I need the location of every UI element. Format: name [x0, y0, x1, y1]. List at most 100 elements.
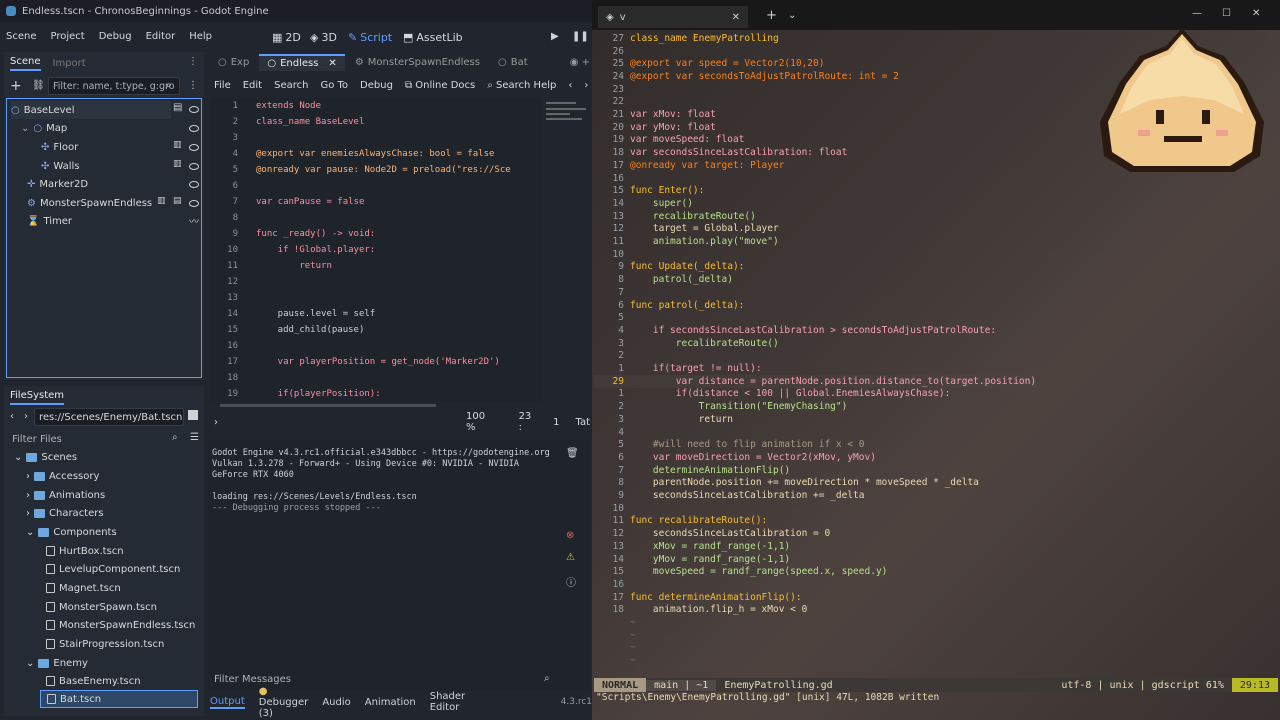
tab-scene[interactable]: Scene [10, 56, 41, 71]
script-menu-debug[interactable]: Debug [360, 80, 393, 91]
signal-icon[interactable]: 〰 [189, 213, 199, 228]
filesystem-path-input[interactable]: res://Scenes/Enemy/Bat.tscn [34, 408, 184, 426]
pause-icon[interactable]: ❚❚ [572, 31, 589, 42]
forward-icon[interactable]: › [24, 411, 28, 422]
fs-folder-characters[interactable]: › Characters [26, 504, 104, 522]
tree-node-marker2d[interactable]: ✛ Marker2D [27, 175, 88, 193]
fs-folder-components[interactable]: ⌄ Components [26, 523, 117, 541]
dock-menu-icon[interactable]: ⋮ [188, 56, 198, 67]
split-view-icon[interactable] [188, 410, 198, 420]
minimize-icon[interactable]: — [1192, 8, 1202, 19]
terminal-tab[interactable]: ◈ v ✕ [598, 6, 748, 28]
back-icon[interactable]: ‹ [10, 411, 14, 422]
close-icon[interactable]: ✕ [732, 12, 740, 23]
workspace-script[interactable]: ✎ Script [348, 28, 392, 46]
group-icon[interactable]: ▥ [173, 140, 182, 150]
vim-buffer[interactable]: 27 class_name EnemyPatrolling 26 25 @export … [594, 32, 1278, 676]
fs-folder-scenes[interactable]: ⌄ Scenes [14, 448, 77, 466]
fs-file-hurtbox[interactable]: HurtBox.tscn [46, 542, 124, 560]
fs-file-baseenemy[interactable]: BaseEnemy.tscn [46, 672, 141, 690]
add-node-icon[interactable]: + [10, 78, 22, 94]
scene-instance-icon[interactable]: ▥ [157, 196, 166, 206]
window-close-icon[interactable]: ✕ [1252, 8, 1260, 19]
next-script-icon[interactable]: › [584, 80, 588, 91]
bottom-tab-animation[interactable]: Animation [365, 697, 416, 708]
script-menu-edit[interactable]: Edit [243, 80, 262, 91]
menu-scene[interactable]: Scene [6, 31, 37, 42]
vim-code-line: 3 return [594, 413, 733, 426]
bottom-tab-debugger[interactable]: ● Debugger (3) [259, 686, 309, 719]
script-icon[interactable]: ▤ [173, 102, 182, 113]
scene-tab-monsterspawnendless[interactable]: ⚙ MonsterSpawnEndless [347, 57, 488, 68]
scene-options-icon[interactable]: ⋮ [188, 80, 198, 91]
scene-filter-input[interactable]: Filter: name, t:type, g:gro [48, 77, 180, 95]
fs-file-magnet[interactable]: Magnet.tscn [46, 579, 121, 597]
scene-tab-endless[interactable]: ○ Endless ✕ [259, 53, 345, 71]
tree-node-timer[interactable]: ⌛ Timer [27, 212, 72, 230]
vim-code-line: 12 target = Global.player [594, 223, 779, 236]
output-log: Godot Engine v4.3.rc1.official.e343dbbcc… [212, 448, 552, 514]
vim-line-number: 11 [612, 236, 624, 248]
visibility-eye-icon[interactable] [189, 181, 199, 188]
visibility-eye-icon[interactable] [189, 106, 199, 113]
tab-filesystem[interactable]: FileSystem [10, 390, 65, 405]
fs-folder-enemy[interactable]: ⌄ Enemy [26, 654, 88, 672]
code-editor[interactable]: 1 extends Node 2 class_name BaseLevel 3 4 @exp… [210, 98, 542, 402]
indent-mode[interactable]: Tat [575, 417, 590, 428]
visibility-eye-icon[interactable] [189, 125, 199, 132]
new-tab-icon[interactable]: + [766, 8, 777, 23]
group-icon[interactable]: ▥ [173, 159, 182, 169]
info-filter-icon[interactable]: ⓘ [566, 574, 576, 589]
menu-project[interactable]: Project [51, 31, 85, 42]
zoom-level[interactable]: 100 % [466, 411, 497, 433]
trash-icon[interactable]: 🗑 [566, 448, 579, 459]
visibility-eye-icon[interactable] [189, 144, 199, 151]
fs-file-monsterspawnendless[interactable]: MonsterSpawnEndless.tscn [46, 616, 195, 634]
tab-import[interactable]: Import [53, 58, 86, 69]
fs-folder-animations[interactable]: › Animations [26, 486, 105, 504]
toggle-panel-icon[interactable]: › [214, 417, 218, 428]
tree-node-baselevel[interactable]: ○ BaseLevel [11, 101, 171, 119]
tree-node-walls[interactable]: ✣ Walls [41, 157, 80, 175]
script-menu-goto[interactable]: Go To [320, 80, 348, 91]
script-icon[interactable]: ▤ [173, 196, 182, 206]
online-docs-button[interactable]: ⧉ Online Docs [405, 80, 475, 91]
menu-debug[interactable]: Debug [99, 31, 132, 42]
chevron-down-icon[interactable]: ⌄ [21, 123, 29, 134]
link-icon[interactable]: ⛓ [32, 80, 45, 91]
visibility-eye-icon[interactable] [189, 163, 199, 170]
script-menu-search[interactable]: Search [274, 80, 308, 91]
search-help-button[interactable]: ⌕ Search Help [487, 80, 556, 91]
menu-help[interactable]: Help [189, 31, 212, 42]
tree-node-floor[interactable]: ✣ Floor [41, 138, 78, 156]
close-icon[interactable]: ✕ [328, 58, 336, 69]
tree-node-monsterspawnendless[interactable]: ⚙ MonsterSpawnEndless [27, 194, 152, 212]
bottom-tab-shader-editor[interactable]: Shader Editor [430, 691, 473, 713]
scene-tab-exp[interactable]: ○ Exp [210, 57, 257, 68]
script-menu-file[interactable]: File [214, 80, 231, 91]
fs-file-levelupcomponent[interactable]: LevelupComponent.tscn [46, 560, 180, 578]
maximize-icon[interactable]: ☐ [1222, 8, 1231, 19]
prev-script-icon[interactable]: ‹ [568, 80, 572, 91]
editor-scrollbar[interactable] [220, 404, 436, 407]
workspace-assetlib[interactable]: ⬒ AssetLib [403, 28, 463, 46]
fs-file-monsterspawn[interactable]: MonsterSpawn.tscn [46, 598, 157, 616]
filter-files-input[interactable]: Filter Files [8, 430, 188, 448]
bottom-tab-audio[interactable]: Audio [322, 697, 350, 708]
visibility-eye-icon[interactable] [189, 200, 199, 207]
workspace-2d[interactable]: ▦ 2D [272, 28, 301, 46]
sort-icon[interactable]: ☰ [190, 432, 199, 443]
warning-filter-icon[interactable]: ⚠ [566, 552, 575, 563]
error-filter-icon[interactable]: ⊗ [566, 530, 574, 541]
play-icon[interactable]: ▶ [551, 31, 559, 42]
scene-tab-bat[interactable]: ○ Bat [490, 57, 536, 68]
tree-node-map[interactable]: ⌄ ○ Map [21, 119, 67, 137]
fs-file-bat[interactable]: Bat.tscn [40, 690, 198, 708]
fs-file-stairprogression[interactable]: StairProgression.tscn [46, 635, 164, 653]
menu-editor[interactable]: Editor [146, 31, 176, 42]
scene-tab-menu-icon[interactable]: ◉ + [570, 57, 590, 68]
fs-folder-accessory[interactable]: › Accessory [26, 467, 99, 485]
chevron-down-icon[interactable]: ⌄ [788, 10, 796, 21]
workspace-3d[interactable]: ◈ 3D [310, 28, 337, 46]
bottom-tab-output[interactable]: Output [210, 696, 245, 709]
